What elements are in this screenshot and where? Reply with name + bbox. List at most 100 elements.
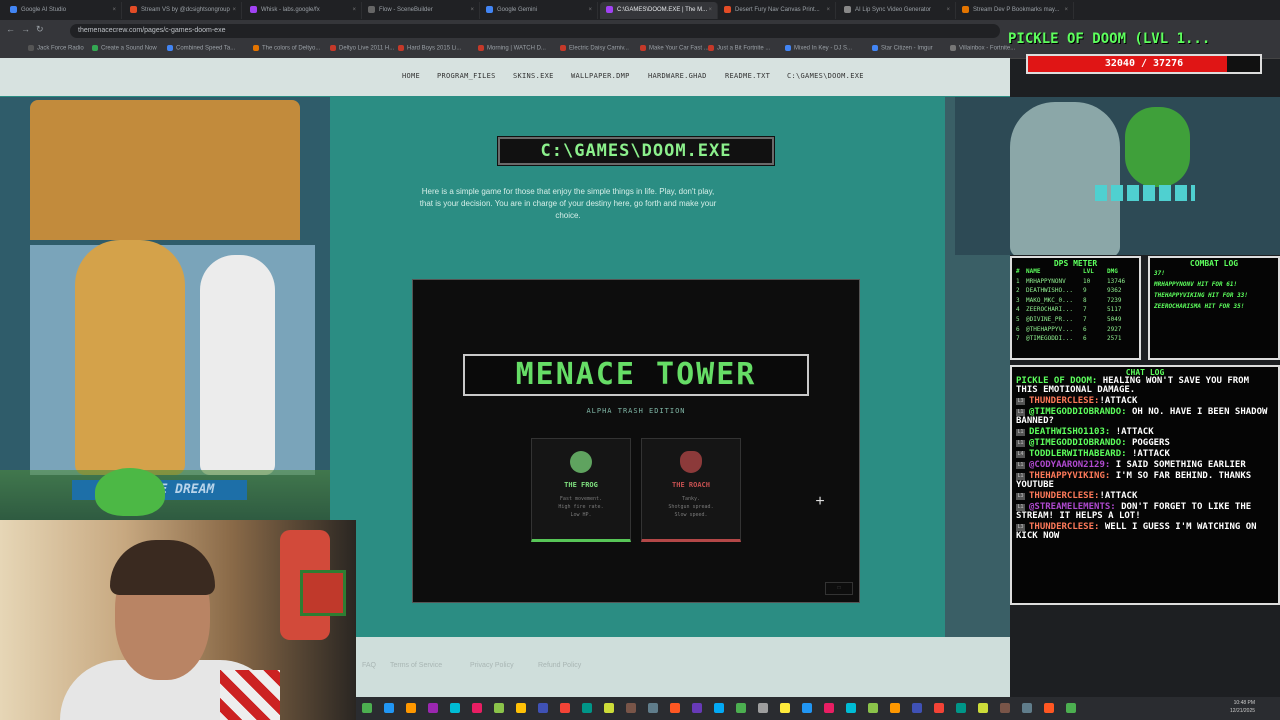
close-tab-icon[interactable]: × (708, 2, 712, 19)
close-tab-icon[interactable]: × (352, 2, 356, 19)
browser-tab[interactable]: Flow - SceneBuilder × (362, 2, 480, 19)
taskbar-app-icon[interactable] (956, 703, 966, 713)
taskbar-app-icon[interactable] (824, 703, 834, 713)
taskbar-app-icon[interactable] (406, 703, 416, 713)
taskbar-app-icon[interactable] (846, 703, 856, 713)
browser-tab[interactable]: Stream VS by @dcsightsongroup × (124, 2, 242, 19)
taskbar-app-icon[interactable] (494, 703, 504, 713)
browser-tab[interactable]: Google Gemini × (480, 2, 598, 19)
dps-table: # NAME LVL DMG 1 MRHAPPYNONV 10 13746 2 DEATHWISH… (1012, 268, 1139, 345)
footer-link[interactable]: Refund Policy (538, 662, 581, 669)
nav-link[interactable]: C:\GAMES\DOOM.EXE (787, 72, 864, 80)
taskbar-app-icon[interactable] (1000, 703, 1010, 713)
footer-link[interactable]: Privacy Policy (470, 662, 514, 669)
dps-cell: 6 (1083, 335, 1087, 343)
streamer-scarf (220, 670, 280, 720)
taskbar-app-icon[interactable] (1066, 703, 1076, 713)
taskbar-app-icon[interactable] (582, 703, 592, 713)
close-tab-icon[interactable]: × (826, 2, 830, 19)
browser-tab[interactable]: C:\GAMES\DOOM.EXE | The M... × (600, 2, 718, 19)
taskbar-app-icon[interactable] (978, 703, 988, 713)
bookmark-item[interactable]: Make Your Car Fast ... (640, 45, 709, 52)
bookmark-item[interactable]: Star Citizen - Imgur (872, 45, 933, 52)
taskbar-app-icon[interactable] (384, 703, 394, 713)
browser-tab[interactable]: Stream Dev P Bookmarks may... × (956, 2, 1074, 19)
fullscreen-button[interactable]: □ (825, 582, 853, 595)
game-canvas[interactable] (412, 279, 860, 603)
browser-tab[interactable]: Whisk - labs.google/fx × (244, 2, 362, 19)
footer-link[interactable]: Terms of Service (390, 662, 442, 669)
bookmark-favicon-icon (560, 45, 566, 51)
close-tab-icon[interactable]: × (946, 2, 950, 19)
tab-label: Google AI Studio (21, 7, 67, 13)
bookmark-item[interactable]: Create a Sound Now (92, 45, 157, 52)
taskbar-app-icon[interactable] (472, 703, 482, 713)
taskbar-app-icon[interactable] (560, 703, 570, 713)
system-clock[interactable]: 10:48 PM 12/21/2025 (1230, 699, 1255, 715)
footer-link[interactable]: FAQ (362, 662, 376, 669)
taskbar-app-icon[interactable] (648, 703, 658, 713)
bookmark-item[interactable]: Mixed In Key - DJ S... (785, 45, 852, 52)
taskbar-app-icon[interactable] (890, 703, 900, 713)
taskbar-app-icon[interactable] (670, 703, 680, 713)
dps-cell: 7 (1083, 315, 1087, 323)
taskbar-app-icon[interactable] (450, 703, 460, 713)
bookmark-item[interactable]: Villainbox - Fortnite... (950, 45, 1015, 52)
taskbar-app-icon[interactable] (714, 703, 724, 713)
url-input[interactable]: themenacecrew.com/pages/c-games-doom-exe (70, 24, 1000, 38)
nav-link[interactable]: WALLPAPER.DMP (571, 72, 630, 80)
taskbar-app-icon[interactable] (626, 703, 636, 713)
taskbar-app-icon[interactable] (428, 703, 438, 713)
character-card-roach[interactable]: THE ROACH Tanky. Shotgun spread. Slow sp… (641, 438, 741, 542)
nav-link[interactable]: SKINS.EXE (513, 72, 554, 80)
bookmark-label: Jack Force Radio (37, 45, 84, 52)
bookmark-item[interactable]: Just a Bit Fortnite ... (708, 45, 770, 52)
browser-tab[interactable]: AI Lip Sync Video Generator × (838, 2, 956, 19)
tab-favicon-icon (724, 5, 731, 13)
nav-link[interactable]: HARDWARE.GHAD (648, 72, 707, 80)
bookmark-item[interactable]: Deltyo Live 2011 H... (330, 45, 394, 52)
browser-tab[interactable]: Desert Fury Nav Canvas Print... × (718, 2, 836, 19)
browser-tab[interactable]: Google AI Studio × (4, 2, 122, 19)
taskbar-app-icon[interactable] (802, 703, 812, 713)
close-tab-icon[interactable]: × (112, 2, 116, 19)
taskbar-app-icon[interactable] (736, 703, 746, 713)
bookmark-favicon-icon (872, 45, 878, 51)
nav-link[interactable]: README.TXT (725, 72, 770, 80)
close-tab-icon[interactable]: × (470, 2, 474, 19)
dps-cell: 8 (1083, 296, 1087, 304)
close-tab-icon[interactable]: × (1064, 2, 1068, 19)
taskbar-app-icon[interactable] (362, 703, 372, 713)
frog-icon (570, 451, 592, 473)
tab-favicon-icon (10, 5, 17, 13)
dps-cell: 7 (1016, 335, 1020, 343)
chat-text: I SAID SOMETHING EARLIER (1110, 460, 1246, 470)
taskbar-app-icon[interactable] (692, 703, 702, 713)
taskbar-app-icon[interactable] (1022, 703, 1032, 713)
bookmark-item[interactable]: Electric Daisy Carniv... (560, 45, 629, 52)
bookmark-item[interactable]: Jack Force Radio (28, 45, 84, 52)
taskbar-app-icon[interactable] (912, 703, 922, 713)
close-tab-icon[interactable]: × (232, 2, 236, 19)
taskbar-app-icon[interactable] (604, 703, 614, 713)
taskbar-app-icon[interactable] (538, 703, 548, 713)
bookmark-item[interactable]: Hard Boys 2015 Li... (398, 45, 461, 52)
close-tab-icon[interactable]: × (588, 2, 592, 19)
nav-link[interactable]: HOME (402, 72, 420, 80)
bookmark-item[interactable]: The colors of Deltyo... (253, 45, 320, 52)
dps-row: 7 @TIMEGODDI... 6 2571 (1012, 335, 1139, 345)
bookmark-item[interactable]: Morning | WATCH D... (478, 45, 546, 52)
taskbar-app-icon[interactable] (934, 703, 944, 713)
taskbar-app-icon[interactable] (780, 703, 790, 713)
bookmark-item[interactable]: Combined Speed Ta... (167, 45, 235, 52)
taskbar-app-icon[interactable] (758, 703, 768, 713)
taskbar-app-icon[interactable] (516, 703, 526, 713)
tab-favicon-icon (606, 5, 613, 13)
boss-hp-text: 32040 / 37276 (1104, 58, 1184, 69)
nav-link[interactable]: PROGRAM_FILES (437, 72, 496, 80)
character-card-frog[interactable]: THE FROG Fast movement. High fire rate. … (531, 438, 631, 542)
taskbar-app-icon[interactable] (1044, 703, 1054, 713)
nav-buttons[interactable]: ←→↻ (6, 24, 50, 35)
tab-label: Stream VS by @dcsightsongroup (141, 7, 230, 13)
taskbar-app-icon[interactable] (868, 703, 878, 713)
